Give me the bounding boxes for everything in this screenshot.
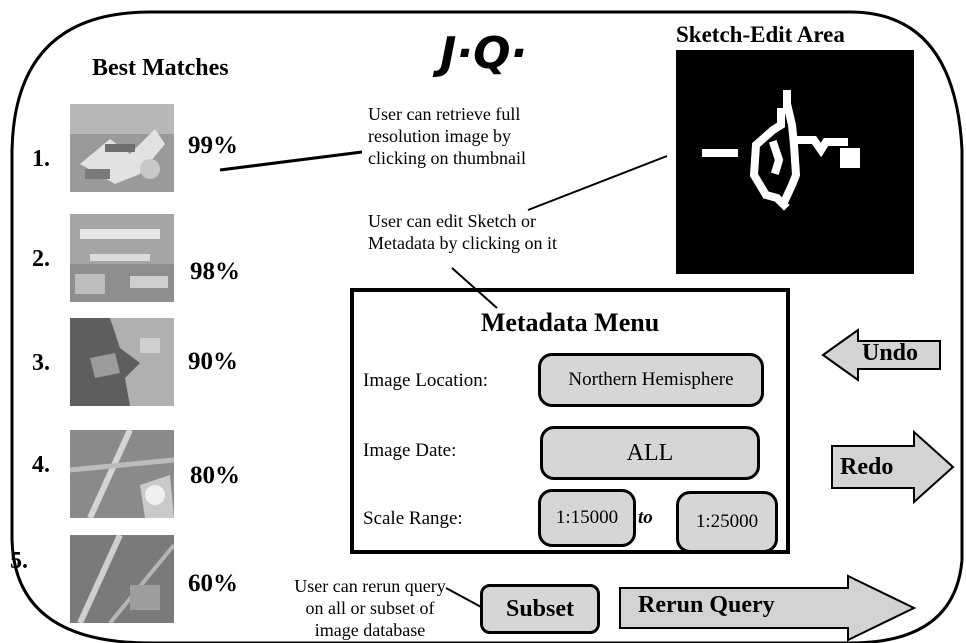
match-score: 80% xyxy=(190,462,240,489)
scale-from-field[interactable]: 1:15000 xyxy=(538,489,636,547)
undo-label: Undo xyxy=(862,340,919,366)
sketch-canvas[interactable] xyxy=(676,50,914,274)
sketch-area-title: Sketch-Edit Area xyxy=(676,22,845,47)
match-thumbnail[interactable] xyxy=(70,318,174,411)
match-thumbnail[interactable] xyxy=(70,104,174,197)
metadata-menu-title: Metadata Menu xyxy=(480,308,660,337)
pointer-line-thumbnail xyxy=(219,150,363,172)
match-score: 98% xyxy=(190,258,240,285)
match-rank: 1. xyxy=(32,146,50,172)
image-date-label: Image Date: xyxy=(363,440,457,461)
match-score: 99% xyxy=(188,132,238,159)
match-thumbnail[interactable] xyxy=(70,533,176,628)
subset-button[interactable]: Subset xyxy=(480,584,600,634)
image-location-field[interactable]: Northern Hemisphere xyxy=(538,353,764,407)
match-rank: 4. xyxy=(32,452,50,478)
pointer-line-sketch xyxy=(527,155,668,211)
image-date-field[interactable]: ALL xyxy=(540,426,760,480)
best-matches-title: Best Matches xyxy=(92,55,229,81)
note-retrieve: User can retrieve full resolution image … xyxy=(368,104,526,168)
match-score: 90% xyxy=(188,348,238,375)
note-rerun: User can rerun query on all or subset of… xyxy=(294,576,446,640)
match-score: 60% xyxy=(188,570,238,597)
scale-range-label: Scale Range: xyxy=(363,508,463,529)
note-edit: User can edit Sketch or Metadata by clic… xyxy=(368,211,557,253)
match-rank: 3. xyxy=(32,350,50,376)
image-location-label: Image Location: xyxy=(363,370,489,391)
match-rank: 5. xyxy=(10,548,28,574)
rerun-query-label: Rerun Query xyxy=(638,592,775,618)
match-thumbnail[interactable] xyxy=(69,428,175,523)
redo-label: Redo xyxy=(840,454,894,480)
match-rank: 2. xyxy=(32,246,50,272)
scale-to-word: to xyxy=(638,507,653,528)
match-thumbnail[interactable] xyxy=(70,214,174,307)
app-logo: J·Q· xyxy=(440,28,528,79)
scale-to-field[interactable]: 1:25000 xyxy=(676,491,778,553)
